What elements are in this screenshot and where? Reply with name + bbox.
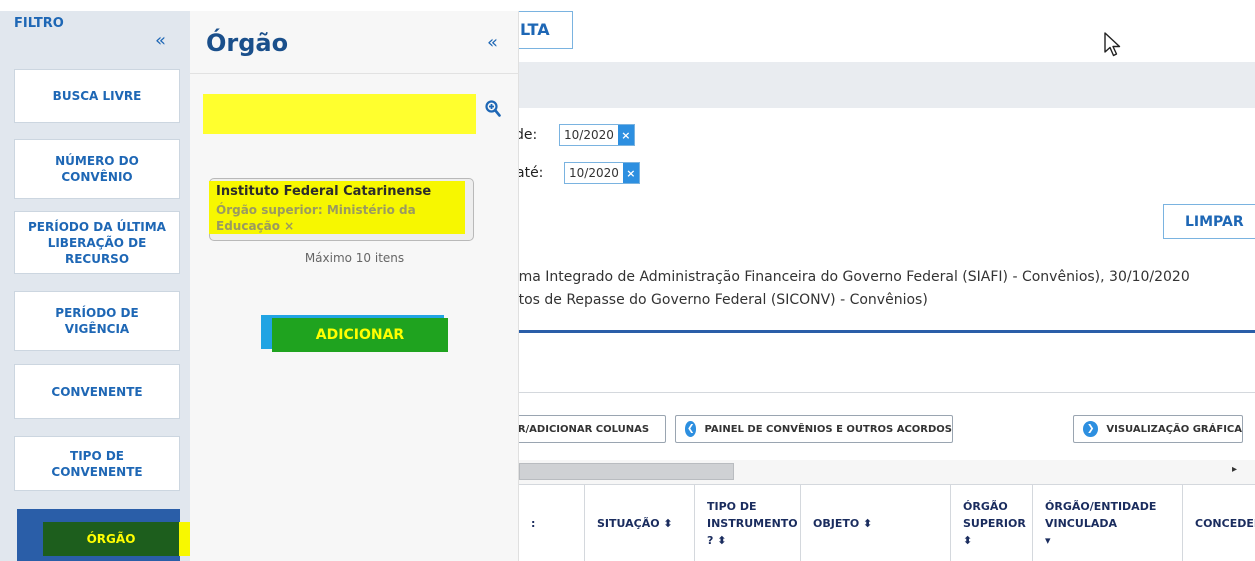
period-to-value: 10/2020	[569, 166, 619, 180]
table-header-objeto[interactable]: OBJETO ⬍	[800, 484, 950, 561]
table-header-label: ÓRGÃO/ENTIDADE VINCULADA	[1045, 499, 1157, 530]
filter-item-label: CONVENENTE	[51, 384, 143, 399]
scrollbar-thumb[interactable]	[519, 463, 734, 480]
filter-item-orgao-label[interactable]: ÓRGÃO	[43, 522, 179, 556]
filter-title: FILTRO	[14, 16, 64, 31]
table-header-cell[interactable]: :	[519, 484, 584, 561]
filter-item-label: PERÍODO DA ÚLTIMA LIBERAÇÃO DE RECURSO	[28, 219, 166, 266]
divider	[190, 73, 519, 74]
chevron-double-left-icon[interactable]: «	[155, 30, 166, 51]
table-header-label: OBJETO	[813, 516, 860, 530]
panel-title: Órgão	[206, 29, 289, 57]
table-header-orgao-entidade[interactable]: ÓRGÃO/ENTIDADE VINCULADA ▾	[1032, 484, 1182, 561]
sort-icon[interactable]: ⬍	[663, 515, 672, 532]
selected-orgao-superior: Órgão superior: Ministério da	[216, 203, 416, 217]
period-from-chip[interactable]: 10/2020 ×	[559, 124, 635, 146]
chevron-left-icon: ❮	[685, 421, 697, 437]
period-to-chip[interactable]: 10/2020 ×	[564, 162, 640, 184]
filter-item-periodo-vigencia[interactable]: PERÍODO DE VIGÊNCIA	[14, 291, 180, 351]
table-header-tipo-instrumento[interactable]: TIPO DE INSTRUMENTO ? ⬍	[694, 484, 800, 561]
filter-item-busca-livre[interactable]: BUSCA LIVRE	[14, 69, 180, 123]
filter-item-tipo-convenente[interactable]: TIPO DE CONVENENTE	[14, 436, 180, 491]
columns-button[interactable]: ER/ADICIONAR COLUNAS	[506, 415, 666, 443]
adicionar-button-label[interactable]: ADICIONAR	[272, 318, 448, 352]
period-from-value: 10/2020	[564, 128, 614, 142]
limpar-button[interactable]: LIMPAR	[1163, 204, 1255, 239]
selected-orgao-name: Instituto Federal Catarinense	[216, 184, 432, 199]
filter-item-periodo-liberacao[interactable]: PERÍODO DA ÚLTIMA LIBERAÇÃO DE RECURSO	[14, 211, 180, 274]
filter-item-numero-convenio[interactable]: NÚMERO DO CONVÊNIO	[14, 139, 180, 199]
filter-item-label: TIPO DE CONVENENTE	[51, 448, 143, 479]
selected-orgao-remove[interactable]: Educação ×	[216, 219, 294, 233]
filter-item-label: NÚMERO DO CONVÊNIO	[55, 154, 139, 184]
close-icon[interactable]: ×	[617, 125, 634, 145]
chevron-double-left-icon[interactable]: «	[487, 32, 498, 53]
filter-item-label: PERÍODO DE VIGÊNCIA	[55, 306, 139, 336]
table-header-situacao[interactable]: SITUAÇÃO ⬍	[584, 484, 694, 561]
table-header-concedente[interactable]: CONCEDEI	[1182, 484, 1255, 561]
columns-button-label: ER/ADICIONAR COLUNAS	[511, 423, 650, 435]
period-to-label: até:	[516, 165, 544, 181]
close-icon[interactable]: ×	[622, 163, 639, 183]
horizontal-scrollbar[interactable]: ▸	[519, 460, 1255, 484]
orgao-search-input[interactable]	[203, 94, 476, 134]
divider	[519, 330, 1255, 333]
divider	[519, 392, 1255, 393]
sort-icon[interactable]: ⬍	[863, 515, 872, 532]
section-header-band	[519, 62, 1255, 108]
scroll-right-icon[interactable]: ▸	[1232, 464, 1237, 475]
filter-item-label: BUSCA LIVRE	[52, 89, 142, 103]
zoom-in-icon[interactable]	[485, 100, 501, 122]
table-header-label: CONCEDEI	[1195, 516, 1255, 530]
painel-convenios-button[interactable]: ❮ PAINEL DE CONVÊNIOS E OUTROS ACORDOS	[675, 415, 953, 443]
max-items-note: Máximo 10 itens	[304, 251, 405, 265]
table-header-label: ÓRGÃO SUPERIOR	[963, 499, 1026, 530]
source-line-siafi: ema Integrado de Administração Financeir…	[510, 269, 1190, 285]
help-sort-icon[interactable]: ? ⬍	[707, 532, 726, 549]
source-line-siconv: atos de Repasse do Governo Federal (SICO…	[510, 292, 928, 308]
sort-desc-icon[interactable]: ▾	[1045, 532, 1051, 549]
mouse-cursor-icon	[1104, 32, 1122, 62]
sort-icon[interactable]: ⬍	[963, 532, 972, 549]
visualizacao-grafica-label: VISUALIZAÇÃO GRÁFICA	[1106, 423, 1242, 435]
table-header-orgao-superior[interactable]: ÓRGÃO SUPERIOR ⬍	[950, 484, 1032, 561]
filter-item-convenente[interactable]: CONVENENTE	[14, 364, 180, 419]
painel-convenios-label: PAINEL DE CONVÊNIOS E OUTROS ACORDOS	[704, 423, 952, 435]
table-header-label: SITUAÇÃO	[597, 516, 660, 530]
chevron-down-icon: ❯	[1083, 421, 1099, 437]
table-header-label: :	[531, 516, 536, 530]
visualizacao-grafica-button[interactable]: ❯ VISUALIZAÇÃO GRÁFICA	[1073, 415, 1243, 443]
consulta-button[interactable]: LTA	[519, 11, 573, 49]
table-header-label: TIPO DE INSTRUMENTO	[707, 499, 798, 530]
